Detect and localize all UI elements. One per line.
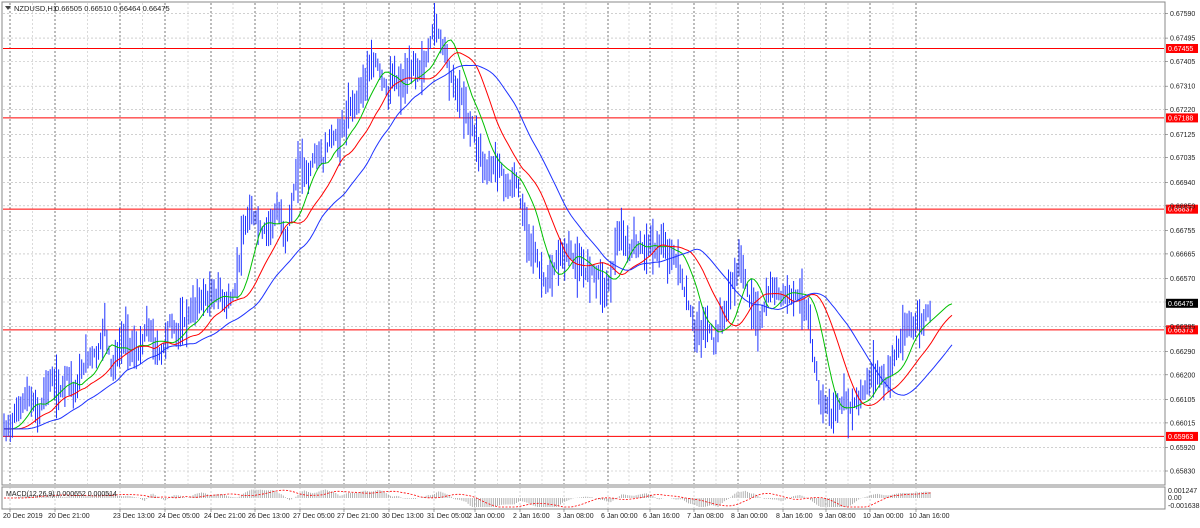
symbol-label: NZDUSD,H1 <box>14 4 57 13</box>
time-tick-label: 26 Dec 13:00 <box>248 513 290 520</box>
time-tick-label: 8 Jan 00:00 <box>731 513 768 520</box>
price-chart[interactable]: 0.674550.671880.668370.663730.65963 0.67… <box>0 0 1200 523</box>
level-label: 0.67455 <box>1168 46 1193 53</box>
price-tick-label: 0.66385 <box>1170 324 1195 331</box>
level-label: 0.67188 <box>1168 115 1193 122</box>
price-tick-label: 0.67220 <box>1170 107 1195 114</box>
time-tick-label: 3 Jan 08:00 <box>557 513 594 520</box>
price-tick-label: 0.66015 <box>1170 420 1195 427</box>
time-tick-label: 8 Jan 16:00 <box>776 513 813 520</box>
price-axis[interactable]: 0.675900.674950.674050.673100.672200.671… <box>1165 11 1195 476</box>
price-tick-label: 0.66290 <box>1170 349 1195 356</box>
time-tick-label: 27 Dec 21:00 <box>337 513 379 520</box>
time-tick-label: 20 Dec 2019 <box>3 513 43 520</box>
time-tick-label: 24 Dec 21:00 <box>204 513 246 520</box>
time-tick-label: 31 Dec 05:00 <box>427 513 469 520</box>
macd-tick-low: -0.001638 <box>1168 503 1200 510</box>
price-tick-label: 0.67125 <box>1170 132 1195 139</box>
level-label: 0.65963 <box>1168 434 1193 441</box>
price-tick-label: 0.67310 <box>1170 84 1195 91</box>
time-tick-label: 2 Jan 00:00 <box>468 513 505 520</box>
price-tick-label: 0.66105 <box>1170 397 1195 404</box>
time-tick-label: 27 Dec 05:00 <box>293 513 335 520</box>
current-price-label: 0.66475 <box>1168 301 1193 308</box>
time-tick-label: 10 Jan 16:00 <box>909 513 950 520</box>
current-price-marker: 0.66475 <box>1166 298 1198 308</box>
price-tick-label: 0.67590 <box>1170 11 1195 18</box>
ohlc-values: 0.66505 0.66510 0.66464 0.66475 <box>55 4 170 13</box>
price-tick-label: 0.66200 <box>1170 372 1195 379</box>
time-tick-label: 30 Dec 13:00 <box>382 513 424 520</box>
time-tick-label: 20 Dec 21:00 <box>48 513 90 520</box>
time-tick-label: 24 Dec 05:00 <box>158 513 200 520</box>
chart-header: NZDUSD,H1 0.66505 0.66510 0.66464 0.6647… <box>5 4 170 13</box>
time-tick-label: 6 Jan 16:00 <box>643 513 680 520</box>
time-tick-label: 23 Dec 13:00 <box>113 513 155 520</box>
chart-window[interactable]: 0.67455 0.67188 0.66837 0.66373 0.65963 0.67… <box>0 0 1200 523</box>
price-tick-label: 0.65830 <box>1170 469 1195 476</box>
macd-tick-high: 0.001247 <box>1168 488 1197 495</box>
main-plot-frame <box>1 1 1166 486</box>
price-tick-label: 0.66755 <box>1170 228 1195 235</box>
price-tick-label: 0.67495 <box>1170 36 1195 43</box>
price-tick-label: 0.66665 <box>1170 251 1195 258</box>
time-tick-label: 2 Jan 16:00 <box>513 513 550 520</box>
price-tick-label: 0.66940 <box>1170 180 1195 187</box>
price-tick-label: 0.66850 <box>1170 203 1195 210</box>
time-tick-label: 9 Jan 08:00 <box>819 513 856 520</box>
time-tick-label: 6 Jan 00:00 <box>601 513 638 520</box>
time-tick-label: 10 Jan 00:00 <box>863 513 904 520</box>
price-tick-label: 0.67405 <box>1170 59 1195 66</box>
time-axis[interactable]: 20 Dec 2019 20 Dec 21:00 23 Dec 13:00 24 De… <box>3 509 950 520</box>
price-tick-label: 0.65920 <box>1170 445 1195 452</box>
macd-tick-zero: 0.00 <box>1168 495 1182 502</box>
price-tick-label: 0.67035 <box>1170 155 1195 162</box>
time-tick-label: 7 Jan 08:00 <box>687 513 724 520</box>
macd-label: MACD(12,26,9) 0.000652 0.000514 <box>6 491 117 498</box>
price-tick-label: 0.66570 <box>1170 276 1195 283</box>
